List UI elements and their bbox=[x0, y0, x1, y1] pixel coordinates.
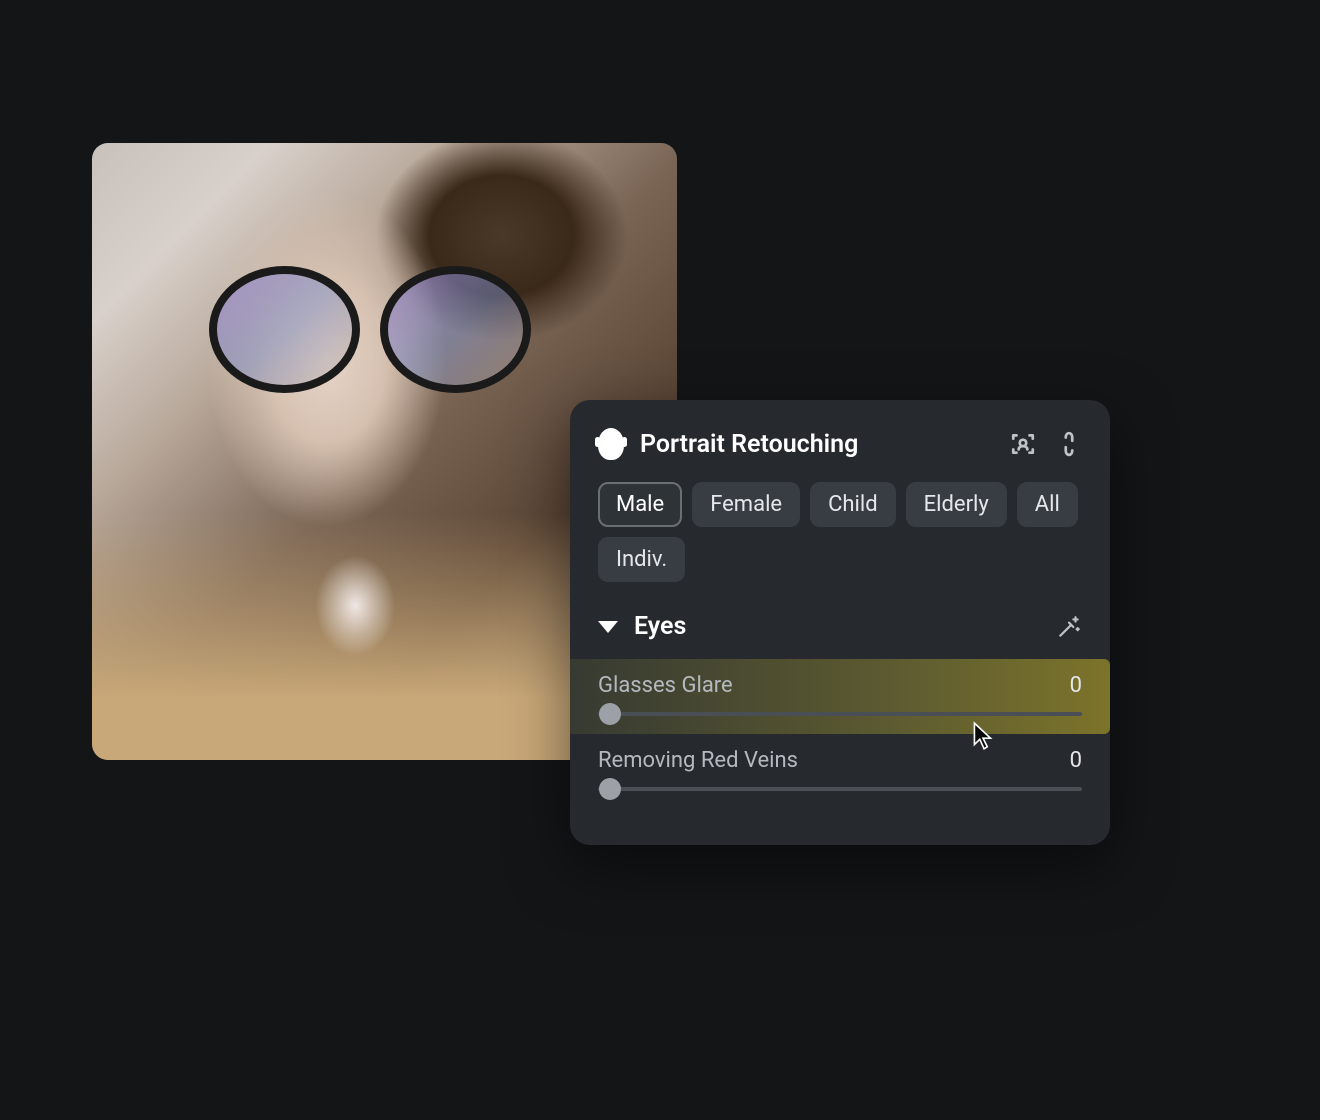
face-scan-icon[interactable] bbox=[1010, 431, 1036, 457]
slider-thumb[interactable] bbox=[599, 703, 621, 725]
eyes-section-title: Eyes bbox=[634, 612, 1056, 641]
glasses-glare-value: 0 bbox=[1070, 673, 1082, 698]
chip-all[interactable]: All bbox=[1017, 482, 1078, 527]
chip-female[interactable]: Female bbox=[692, 482, 800, 527]
eyes-section-header: Eyes bbox=[598, 612, 1082, 641]
panel-title: Portrait Retouching bbox=[640, 430, 1010, 459]
red-veins-value: 0 bbox=[1070, 748, 1082, 773]
auto-adjust-icon[interactable] bbox=[1056, 614, 1082, 640]
chip-male[interactable]: Male bbox=[598, 482, 682, 527]
glasses-glare-slider[interactable] bbox=[598, 712, 1082, 716]
glasses-glare-label: Glasses Glare bbox=[598, 673, 733, 698]
panel-header: Portrait Retouching bbox=[598, 428, 1082, 460]
chip-elderly[interactable]: Elderly bbox=[906, 482, 1007, 527]
chip-indiv[interactable]: Indiv. bbox=[598, 537, 685, 582]
slider-labels: Glasses Glare 0 bbox=[598, 673, 1082, 698]
glasses-illustration bbox=[209, 266, 531, 377]
category-chip-group: Male Female Child Elderly All Indiv. bbox=[598, 482, 1082, 582]
red-veins-label: Removing Red Veins bbox=[598, 748, 798, 773]
collapse-triangle-icon[interactable] bbox=[598, 621, 618, 633]
glasses-glare-slider-row: Glasses Glare 0 bbox=[570, 659, 1110, 734]
slider-thumb[interactable] bbox=[599, 778, 621, 800]
slider-labels: Removing Red Veins 0 bbox=[598, 748, 1082, 773]
header-icon-group bbox=[1010, 431, 1082, 457]
face-silhouette-icon bbox=[598, 428, 624, 460]
link-toggle-icon[interactable] bbox=[1056, 431, 1082, 457]
red-veins-slider[interactable] bbox=[598, 787, 1082, 791]
chip-child[interactable]: Child bbox=[810, 482, 896, 527]
red-veins-slider-row: Removing Red Veins 0 bbox=[598, 734, 1082, 809]
portrait-retouching-panel: Portrait Retouching Male bbox=[570, 400, 1110, 845]
